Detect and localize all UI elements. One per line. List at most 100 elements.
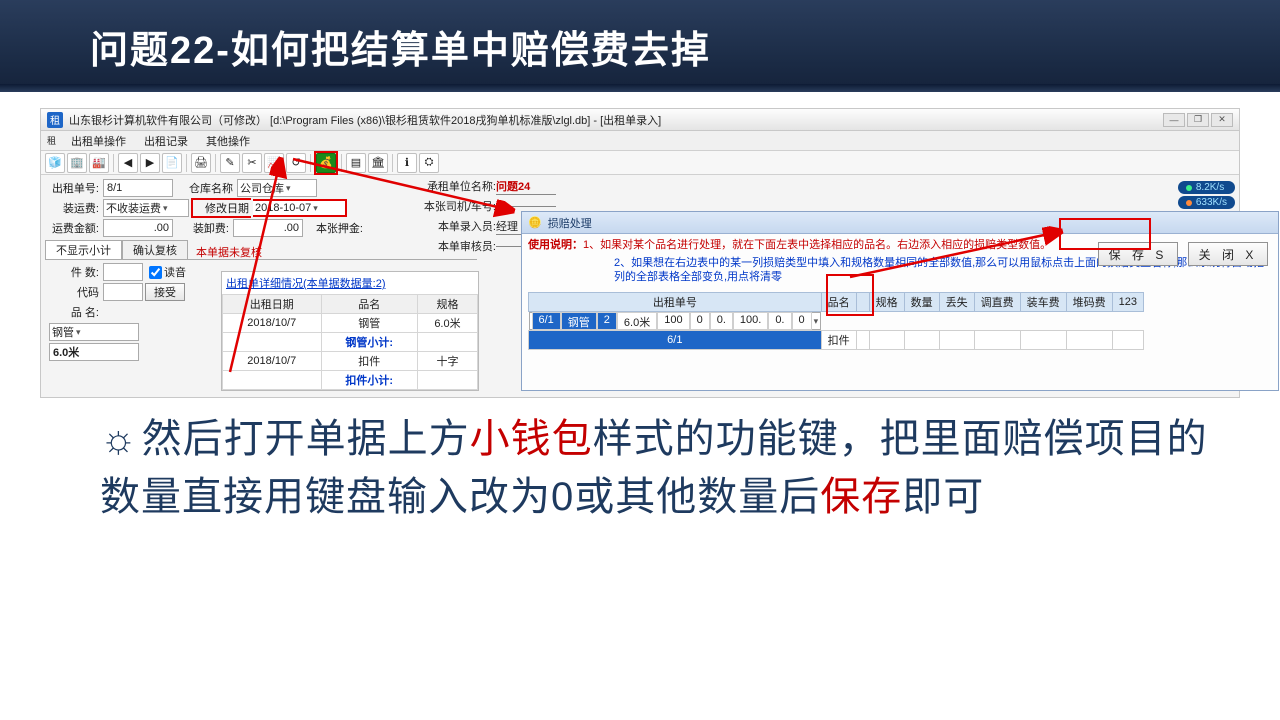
toolbar-icon[interactable]: 📄 — [162, 153, 182, 173]
field-label: 本单审核员: — [421, 238, 496, 254]
tenant-name: 问题24 — [496, 178, 556, 195]
read-aloud-label: 读音 — [164, 264, 186, 280]
menubar: 租 出租单操作 出租记录 其他操作 — [41, 131, 1239, 151]
slide-header: 问题22-如何把结算单中赔偿费去掉 — [0, 0, 1280, 92]
car-field[interactable] — [496, 206, 556, 207]
menu-item[interactable]: 出租单操作 — [63, 132, 134, 150]
accept-button[interactable]: 接受 — [145, 283, 185, 301]
col-header[interactable]: 丢失 — [939, 293, 974, 312]
detail-table: 出租日期 品名 规格 2018/10/7钢管6.0米 钢管小计: 2018/10… — [222, 294, 478, 390]
popup-titlebar: 🪙 损赔处理 — [522, 212, 1278, 234]
freight-amount-input[interactable]: .00 — [103, 219, 173, 237]
col-header: 规格 — [417, 295, 477, 314]
modify-label: 修改日期 — [191, 198, 251, 218]
toolbar-icon[interactable]: 📈 — [264, 153, 284, 173]
detail-link[interactable]: 出租单详细情况(本单据数据量:2) — [222, 272, 478, 294]
toolbar: 🧊 🏢 🏭 ◀ ▶ 📄 🖨 ✎ ✂ 📈 ↺ 💰 ▤ 🏛 ℹ ⛭ — [41, 151, 1239, 175]
field-label: 装卸费: — [175, 220, 231, 236]
toolbar-icon[interactable]: ↺ — [286, 153, 306, 173]
slide-title: 问题22-如何把结算单中赔偿费去掉 — [90, 19, 711, 74]
bullet-icon: ☼ — [100, 417, 138, 461]
nav-next-icon[interactable]: ▶ — [140, 153, 160, 173]
app-titlebar: 租 山东银杉计算机软件有限公司（可修改） [d:\Program Files (… — [41, 109, 1239, 131]
wallet-highlight: 💰 — [314, 151, 338, 175]
menu-item[interactable]: 出租记录 — [136, 132, 196, 150]
window-controls: — ❐ ✕ — [1163, 113, 1233, 127]
col-header[interactable]: 123 — [1112, 293, 1143, 312]
field-label: 本张司机/车号: — [421, 198, 496, 214]
read-aloud-checkbox[interactable] — [149, 266, 162, 279]
app-window: 租 山东银杉计算机软件有限公司（可修改） [d:\Program Files (… — [40, 108, 1240, 398]
popup-title-text: 损赔处理 — [548, 215, 592, 231]
col-header: 出租日期 — [223, 295, 322, 314]
table-row: 2018/10/7扣件十字 — [223, 352, 478, 371]
pieces-input[interactable] — [103, 263, 143, 281]
minimize-button[interactable]: — — [1163, 113, 1185, 127]
field-label: 仓库名称 — [175, 180, 235, 196]
review-status: 本单据未复核 — [188, 240, 270, 259]
field-label: 代码 — [45, 284, 101, 300]
col-header: 品名 — [321, 295, 417, 314]
freight-select[interactable]: 不收装运费 — [103, 199, 189, 217]
out-no-input[interactable]: 8/1 — [103, 179, 173, 197]
menu-item[interactable]: 其他操作 — [198, 132, 258, 150]
field-label: 品 名: — [45, 304, 101, 320]
col-header[interactable]: 堆码费 — [1066, 293, 1112, 312]
detail-panel: 出租单详细情况(本单据数据量:2) 出租日期 品名 规格 2018/10/7钢管… — [221, 271, 479, 391]
table-row: 6/1 扣件 — [529, 331, 1144, 350]
code-input[interactable] — [103, 283, 143, 301]
close-button[interactable]: 关 闭 X — [1188, 242, 1268, 266]
upload-speed: 8.2K/s — [1178, 181, 1235, 194]
maximize-button[interactable]: ❐ — [1187, 113, 1209, 127]
grid-icon[interactable]: ▤ — [346, 153, 366, 173]
bank-icon[interactable]: 🏛 — [368, 153, 388, 173]
field-label: 件 数: — [45, 264, 101, 280]
tab-no-subtotal[interactable]: 不显示小计 — [45, 240, 122, 259]
field-label: 本张押金: — [305, 220, 365, 236]
col-header[interactable]: 装车费 — [1020, 293, 1066, 312]
compensation-table: 出租单号 品名 规格 数量 丢失 调直费 装车费 堆码费 123 6/1 钢管 — [528, 292, 1272, 350]
wallet-icon[interactable]: 💰 — [316, 153, 336, 173]
subtotal-row: 扣件小计: — [223, 371, 478, 390]
slide-body: 非会员勿用 租 山东银杉计算机软件有限公司（可修改） [d:\Program F… — [0, 92, 1280, 720]
toolbar-icon[interactable]: 🏭 — [89, 153, 109, 173]
subtotal-row: 钢管小计: — [223, 333, 478, 352]
print-icon[interactable]: 🖨 — [191, 153, 211, 173]
loading-fee-input[interactable]: .00 — [233, 219, 303, 237]
close-button[interactable]: ✕ — [1211, 113, 1233, 127]
spec-field: 6.0米 — [49, 343, 139, 361]
tab-confirm-review[interactable]: 确认复核 — [122, 240, 188, 259]
field-label: 本单录入员: — [421, 218, 496, 234]
field-label: 承租单位名称: — [421, 178, 496, 194]
app-title-text: 山东银杉计算机软件有限公司（可修改） [d:\Program Files (x8… — [69, 112, 661, 128]
field-label: 装运费: — [45, 200, 101, 216]
modify-date-select[interactable]: 2018-10-07 — [253, 199, 347, 217]
explanation-text: ☼然后打开单据上方小钱包样式的功能键，把里面赔偿项目的数量直接用键盘输入改为0或… — [100, 410, 1220, 526]
tabstrip: 不显示小计 确认复核 本单据未复核 — [45, 240, 477, 260]
col-header[interactable]: 规格 — [869, 293, 904, 312]
column-highlight — [826, 274, 874, 316]
field-label: 出租单号: — [45, 180, 101, 196]
save-highlight — [1059, 218, 1151, 250]
download-speed: 633K/s — [1178, 196, 1235, 209]
toolbar-icon[interactable]: 🏢 — [67, 153, 87, 173]
toolbar-icon[interactable]: ✂ — [242, 153, 262, 173]
doc-logo-icon: 租 — [47, 134, 61, 148]
col-header[interactable]: 出租单号 — [529, 293, 822, 312]
nav-prev-icon[interactable]: ◀ — [118, 153, 138, 173]
toolbar-icon[interactable]: 🧊 — [45, 153, 65, 173]
app-logo-icon: 租 — [47, 112, 63, 128]
table-row: 6/1 钢管 2 6.0米 100 0 0. 100. 0. 0 — [529, 312, 822, 330]
popup-icon: 🪙 — [528, 216, 542, 229]
field-label: 运费金额: — [45, 220, 101, 236]
warehouse-select[interactable]: 公司仓库 — [237, 179, 317, 197]
col-header[interactable]: 调直费 — [974, 293, 1020, 312]
compensation-popup: 🪙 损赔处理 使用说明：1、如果对某个品名进行处理，就在下面左表中选择相应的品名… — [521, 211, 1279, 391]
edit-icon[interactable]: ✎ — [220, 153, 240, 173]
product-select[interactable]: 钢管 — [49, 323, 139, 341]
network-badge: 8.2K/s 633K/s — [1178, 181, 1235, 209]
col-header[interactable]: 数量 — [904, 293, 939, 312]
table-row: 2018/10/7钢管6.0米 — [223, 314, 478, 333]
config-icon[interactable]: ⛭ — [419, 153, 439, 173]
help-icon[interactable]: ℹ — [397, 153, 417, 173]
